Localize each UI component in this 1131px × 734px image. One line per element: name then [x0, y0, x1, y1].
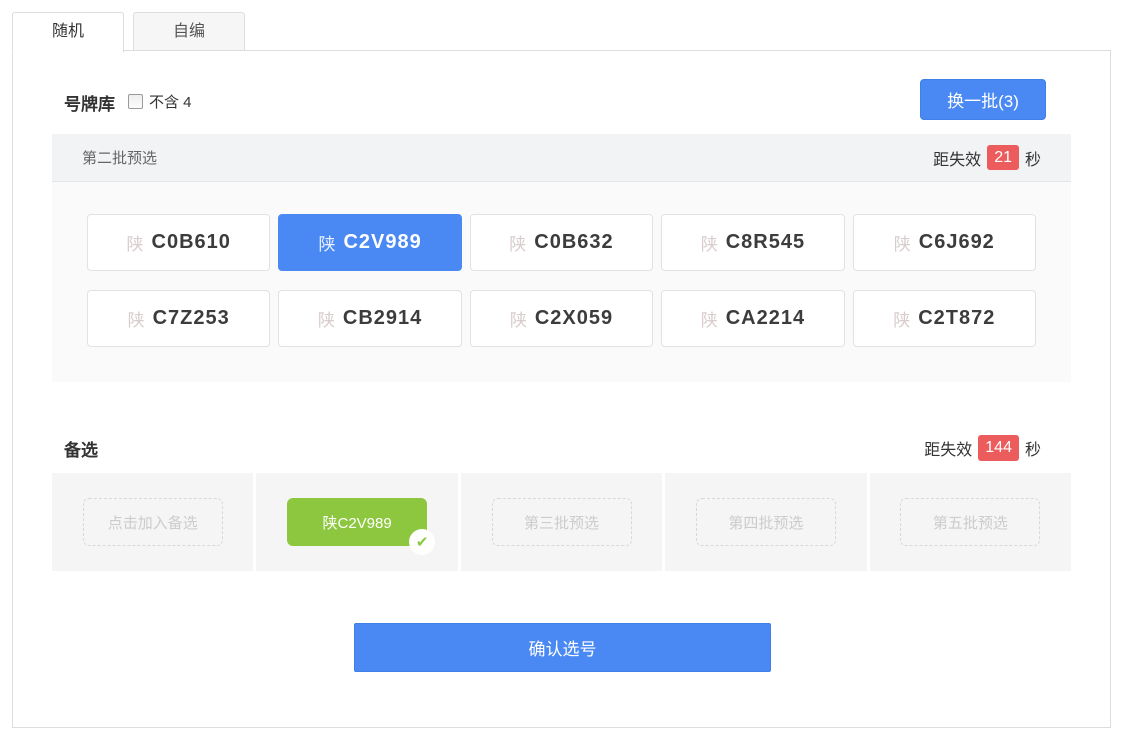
plate-province: 陕 [701, 306, 718, 331]
batch-title: 第二批预选 [82, 147, 157, 168]
alternatives-strip: 点击加入备选 陕C2V989 ✔ 第三批预选 第四批预选 第五批预选 [52, 473, 1071, 571]
plate-option[interactable]: 陕 CB2914 [278, 290, 461, 347]
plate-option[interactable]: 陕 C2T872 [853, 290, 1036, 347]
plate-grid: 陕 C0B610 陕 C2V989 陕 C0B632 陕 C8R545 陕 C6J692 陕 C7Z2… [52, 182, 1071, 347]
alt-slot-empty[interactable]: 第四批预选 [696, 498, 836, 546]
alt-slot-cell: 第五批预选 [870, 473, 1071, 571]
plate-number: C2X059 [535, 307, 613, 330]
alt-slot-empty[interactable]: 第五批预选 [900, 498, 1040, 546]
alt-slot-label: 第五批预选 [933, 512, 1008, 533]
exclude-4-checkbox[interactable] [128, 94, 143, 109]
alt-slot-label: 第三批预选 [524, 512, 599, 533]
alt-slot-empty[interactable]: 点击加入备选 [83, 498, 223, 546]
plate-number: C8R545 [726, 231, 805, 254]
plate-number: C7Z253 [153, 307, 230, 330]
exclude-4-label: 不含 4 [149, 91, 192, 112]
plate-number: CB2914 [343, 307, 422, 330]
plate-option-selected[interactable]: 陕 C2V989 [278, 214, 461, 271]
alt-slot-label: 点击加入备选 [108, 512, 198, 533]
alternatives-header: 备选 距失效 144 秒 [52, 423, 1071, 473]
plate-number: C0B610 [152, 231, 231, 254]
alt-slot-label: 第四批预选 [728, 512, 803, 533]
plate-province: 陕 [509, 230, 526, 255]
plate-province: 陕 [701, 230, 718, 255]
plate-option[interactable]: 陕 C0B610 [87, 214, 270, 271]
pool-expiry-prefix: 距失效 [933, 146, 981, 170]
plate-province: 陕 [318, 306, 335, 331]
plate-option[interactable]: 陕 CA2214 [661, 290, 844, 347]
pool-expiry-seconds-badge: 21 [987, 145, 1019, 170]
plate-pool-panel: 第二批预选 距失效 21 秒 陕 C0B610 陕 C2V989 陕 C0B632 陕 C8R… [52, 134, 1071, 382]
library-title: 号牌库 [64, 90, 115, 115]
tab-bar: 随机 自编 [12, 12, 245, 53]
tab-random[interactable]: 随机 [12, 12, 124, 53]
plate-selection-panel: 号牌库 不含 4 换一批(3) 第二批预选 距失效 21 秒 陕C0B610陕C… [12, 50, 1111, 728]
alt-slot-cell: 第三批预选 [461, 473, 662, 571]
plate-number: CA2214 [726, 307, 805, 330]
plate-province: 陕 [893, 306, 910, 331]
plate-number: C2V989 [343, 231, 421, 254]
confirm-selection-button[interactable]: 确认选号 [354, 623, 771, 672]
plate-province: 陕 [128, 306, 145, 331]
pool-expiry-countdown: 距失效 21 秒 [933, 145, 1041, 170]
plate-option[interactable]: 陕 C0B632 [470, 214, 653, 271]
plate-pool-header: 第二批预选 距失效 21 秒 [52, 134, 1071, 182]
pool-expiry-suffix: 秒 [1025, 146, 1041, 170]
plate-number: C2T872 [918, 307, 995, 330]
plate-province: 陕 [318, 230, 335, 255]
plate-number: C6J692 [919, 231, 995, 254]
alt-expiry-suffix: 秒 [1025, 436, 1041, 460]
alt-expiry-countdown: 距失效 144 秒 [924, 435, 1041, 460]
alt-expiry-prefix: 距失效 [924, 436, 972, 460]
alt-expiry-seconds-badge: 144 [978, 435, 1019, 460]
plate-province: 陕 [127, 230, 144, 255]
plate-option[interactable]: 陕 C6J692 [853, 214, 1036, 271]
refresh-batch-button[interactable]: 换一批(3) [920, 79, 1046, 120]
plate-number: C0B632 [534, 231, 613, 254]
tab-custom[interactable]: 自编 [133, 12, 245, 51]
check-icon: ✔ [409, 529, 435, 555]
alt-slot-filled[interactable]: 陕C2V989✔ [287, 498, 427, 546]
alternatives-title: 备选 [64, 436, 98, 461]
plate-province: 陕 [510, 306, 527, 331]
plate-option[interactable]: 陕 C7Z253 [87, 290, 270, 347]
alt-slot-label: 陕C2V989 [323, 512, 392, 533]
exclude-4-option[interactable]: 不含 4 [128, 91, 192, 112]
plate-option[interactable]: 陕 C8R545 [661, 214, 844, 271]
alt-slot-cell: 陕C2V989 ✔ [256, 473, 457, 571]
plate-option[interactable]: 陕 C2X059 [470, 290, 653, 347]
library-header: 号牌库 不含 4 换一批(3) [13, 51, 1110, 134]
alt-slot-empty[interactable]: 第三批预选 [492, 498, 632, 546]
alt-slot-cell: 点击加入备选 [52, 473, 253, 571]
plate-province: 陕 [894, 230, 911, 255]
alt-slot-cell: 第四批预选 [665, 473, 866, 571]
